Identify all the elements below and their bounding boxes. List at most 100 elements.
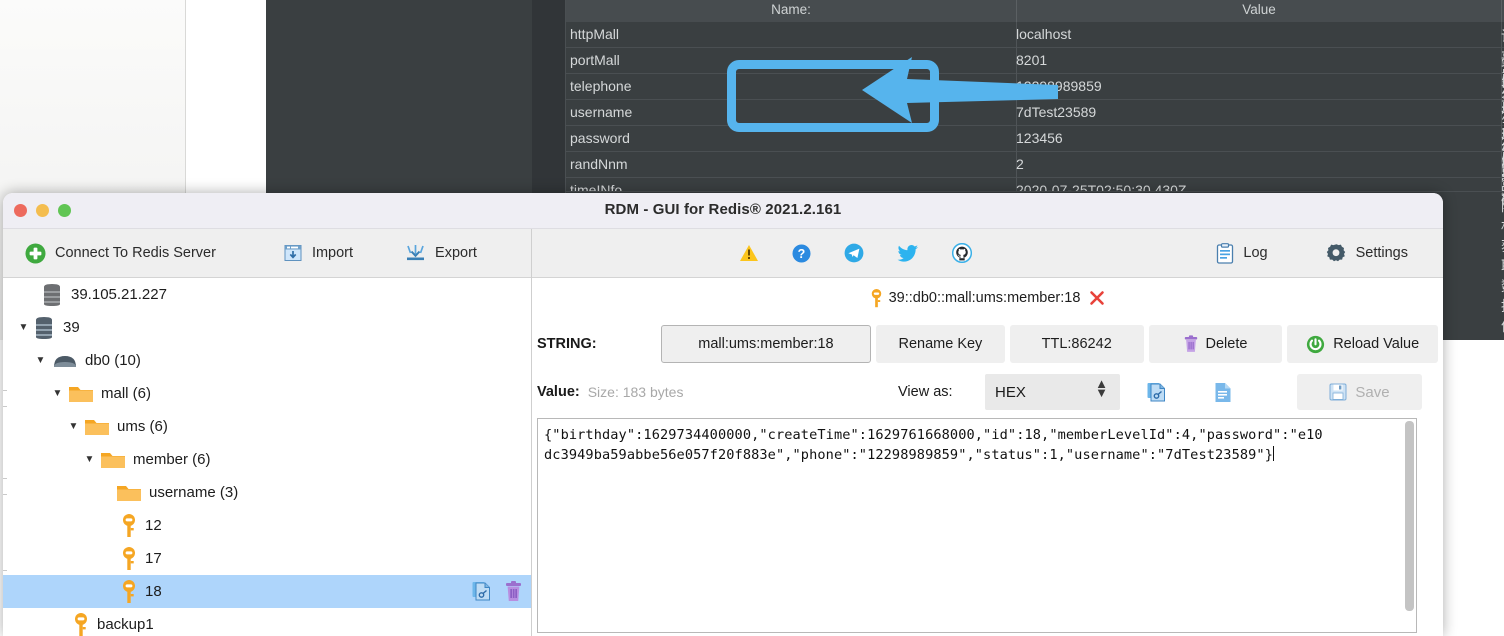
save-label: Save xyxy=(1355,383,1390,401)
github-icon[interactable] xyxy=(952,243,972,263)
sidebar-item-key-18[interactable]: 18 xyxy=(3,575,531,608)
format-text-icon xyxy=(1215,382,1231,402)
sidebar-item-key-backup1[interactable]: backup1 xyxy=(3,608,531,636)
ttl-button[interactable]: TTL:86242 xyxy=(1009,325,1144,363)
twisty-icon[interactable]: ▼ xyxy=(51,388,64,399)
sidebar-item-ums[interactable]: ▼ ums (6) xyxy=(3,410,531,443)
export-button[interactable]: Export xyxy=(405,244,477,263)
toolbar-far-right-group: Log Settings xyxy=(1216,242,1408,264)
clipboard-icon xyxy=(1217,242,1234,264)
format-key-button[interactable] xyxy=(1142,377,1170,407)
delete-key-icon[interactable] xyxy=(505,581,522,602)
connect-to-redis-server-button[interactable]: Connect To Redis Server xyxy=(25,243,216,264)
reload-label: Reload Value xyxy=(1333,336,1420,352)
ttl-label: TTL:86242 xyxy=(1041,336,1112,352)
chevron-updown-icon[interactable]: ▲ ▼ xyxy=(1095,377,1108,399)
view-as-select[interactable]: HEX ▲ ▼ xyxy=(985,374,1120,410)
key-type-label: STRING: xyxy=(537,336,597,352)
sidebar-item-label: username (3) xyxy=(149,484,239,501)
cell-name: portMall xyxy=(570,52,620,68)
help-icon[interactable]: ? xyxy=(792,244,811,263)
key-path-label: 39::db0::mall:ums:member:18 xyxy=(888,290,1081,306)
column-header-name: Name: xyxy=(771,2,811,17)
gear-icon xyxy=(1326,243,1345,261)
sidebar-item-label: 39 xyxy=(63,319,80,336)
warning-icon[interactable] xyxy=(739,244,759,262)
key-icon xyxy=(123,546,135,570)
toolbar-left-group: Connect To Redis Server Import Export xyxy=(3,228,532,278)
text-caret xyxy=(1273,446,1275,461)
sidebar-item-server-39[interactable]: ▼ 39 xyxy=(3,311,531,344)
table-row: password 123456 注册密码 xyxy=(566,126,1504,208)
key-detail-panel: 39::db0::mall:ums:member:18 STRING: mall… xyxy=(532,278,1443,636)
sidebar-item-label: mall (6) xyxy=(101,385,152,402)
sidebar-item-key-17[interactable]: 17 xyxy=(3,542,531,575)
sidebar-item-db0[interactable]: ▼ db0 (10) xyxy=(3,344,531,377)
scrollbar-thumb[interactable] xyxy=(1405,421,1414,611)
value-textarea[interactable]: {"birthday":1629734400000,"createTime":1… xyxy=(537,418,1417,633)
value-content[interactable]: {"birthday":1629734400000,"createTime":1… xyxy=(538,419,1416,465)
key-tab[interactable]: 39::db0::mall:ums:member:18 xyxy=(532,278,1443,314)
value-line-2: dc3949ba59abbe56e057f20f883e","phone":"1… xyxy=(544,447,1274,463)
export-icon xyxy=(407,244,425,260)
cell-name: timeINfo xyxy=(570,182,623,192)
cell-value: 2020-07-25T02:50:30.430Z xyxy=(1016,182,1187,192)
table-row: username 7dTest23589 注册用户名 xyxy=(566,100,1504,202)
social-icon-group: ? xyxy=(739,243,972,263)
close-tab-icon[interactable] xyxy=(1089,290,1105,306)
telegram-icon[interactable] xyxy=(844,243,864,263)
row-action-group xyxy=(472,581,522,602)
log-label: Log xyxy=(1243,245,1268,261)
delete-key-button[interactable]: Delete xyxy=(1148,325,1283,363)
twitter-icon[interactable] xyxy=(897,244,919,263)
import-button[interactable]: Import xyxy=(284,244,353,263)
value-line-1: {"birthday":1629734400000,"createTime":1… xyxy=(544,427,1323,443)
sidebar-item-username-folder[interactable]: username (3) xyxy=(3,476,531,509)
format-key-icon xyxy=(1147,382,1165,401)
cell-value: 12298989859 xyxy=(1016,78,1102,94)
save-value-button[interactable]: Save xyxy=(1297,374,1422,410)
table-row: timeINfo 2020-07-25T02:50:30.430Z xyxy=(566,178,1504,192)
twisty-icon[interactable]: ▼ xyxy=(67,421,80,432)
rdm-application-window: RDM - GUI for Redis® 2021.2.161 Connect … xyxy=(3,193,1443,636)
settings-button[interactable]: Settings xyxy=(1326,243,1408,264)
window-title: RDM - GUI for Redis® 2021.2.161 xyxy=(604,201,842,218)
key-name-input[interactable]: mall:ums:member:18 xyxy=(660,325,871,363)
folder-icon xyxy=(85,419,109,435)
save-icon xyxy=(1329,383,1347,401)
value-scrollbar[interactable] xyxy=(1405,421,1414,632)
view-as-label: View as: xyxy=(898,384,953,400)
log-button[interactable]: Log xyxy=(1216,242,1268,264)
key-tree-sidebar[interactable]: 39.105.21.227 ▼ 39 ▼ db0 (10) ▼ mall (6)… xyxy=(3,278,532,636)
key-icon xyxy=(871,288,881,307)
key-icon xyxy=(123,579,135,603)
sidebar-item-label: ums (6) xyxy=(117,418,168,435)
sidebar-item-label: 12 xyxy=(145,517,162,534)
cell-value: 123456 xyxy=(1016,130,1063,146)
cell-value: 7dTest23589 xyxy=(1016,104,1097,120)
format-text-button[interactable] xyxy=(1209,377,1237,407)
sidebar-item-label: member (6) xyxy=(133,451,211,468)
reload-icon xyxy=(1307,335,1325,353)
sidebar-item-server-1[interactable]: 39.105.21.227 xyxy=(3,278,531,311)
copy-key-icon[interactable] xyxy=(472,581,491,602)
sidebar-item-member[interactable]: ▼ member (6) xyxy=(3,443,531,476)
trash-icon xyxy=(1184,335,1197,352)
export-label: Export xyxy=(435,245,477,261)
table-row: httpMall localhost 请求域名 xyxy=(566,22,1504,104)
settings-label: Settings xyxy=(1355,245,1408,261)
reload-value-button[interactable]: Reload Value xyxy=(1287,325,1438,363)
cell-value: localhost xyxy=(1016,26,1072,42)
cell-name: username xyxy=(570,104,633,120)
rename-key-button[interactable]: Rename Key xyxy=(875,325,1005,363)
cell-value: 8201 xyxy=(1016,52,1048,68)
twisty-icon[interactable]: ▼ xyxy=(34,355,47,366)
key-name-value: mall:ums:member:18 xyxy=(698,336,834,352)
twisty-icon[interactable]: ▼ xyxy=(17,322,30,333)
twisty-icon[interactable]: ▼ xyxy=(83,454,96,465)
sidebar-item-key-12[interactable]: 12 xyxy=(3,509,531,542)
table-row: portMall 8201 端口号 xyxy=(566,48,1504,110)
sidebar-item-mall[interactable]: ▼ mall (6) xyxy=(3,377,531,410)
plus-circle-icon xyxy=(25,243,46,263)
cell-name: telephone xyxy=(570,78,632,94)
